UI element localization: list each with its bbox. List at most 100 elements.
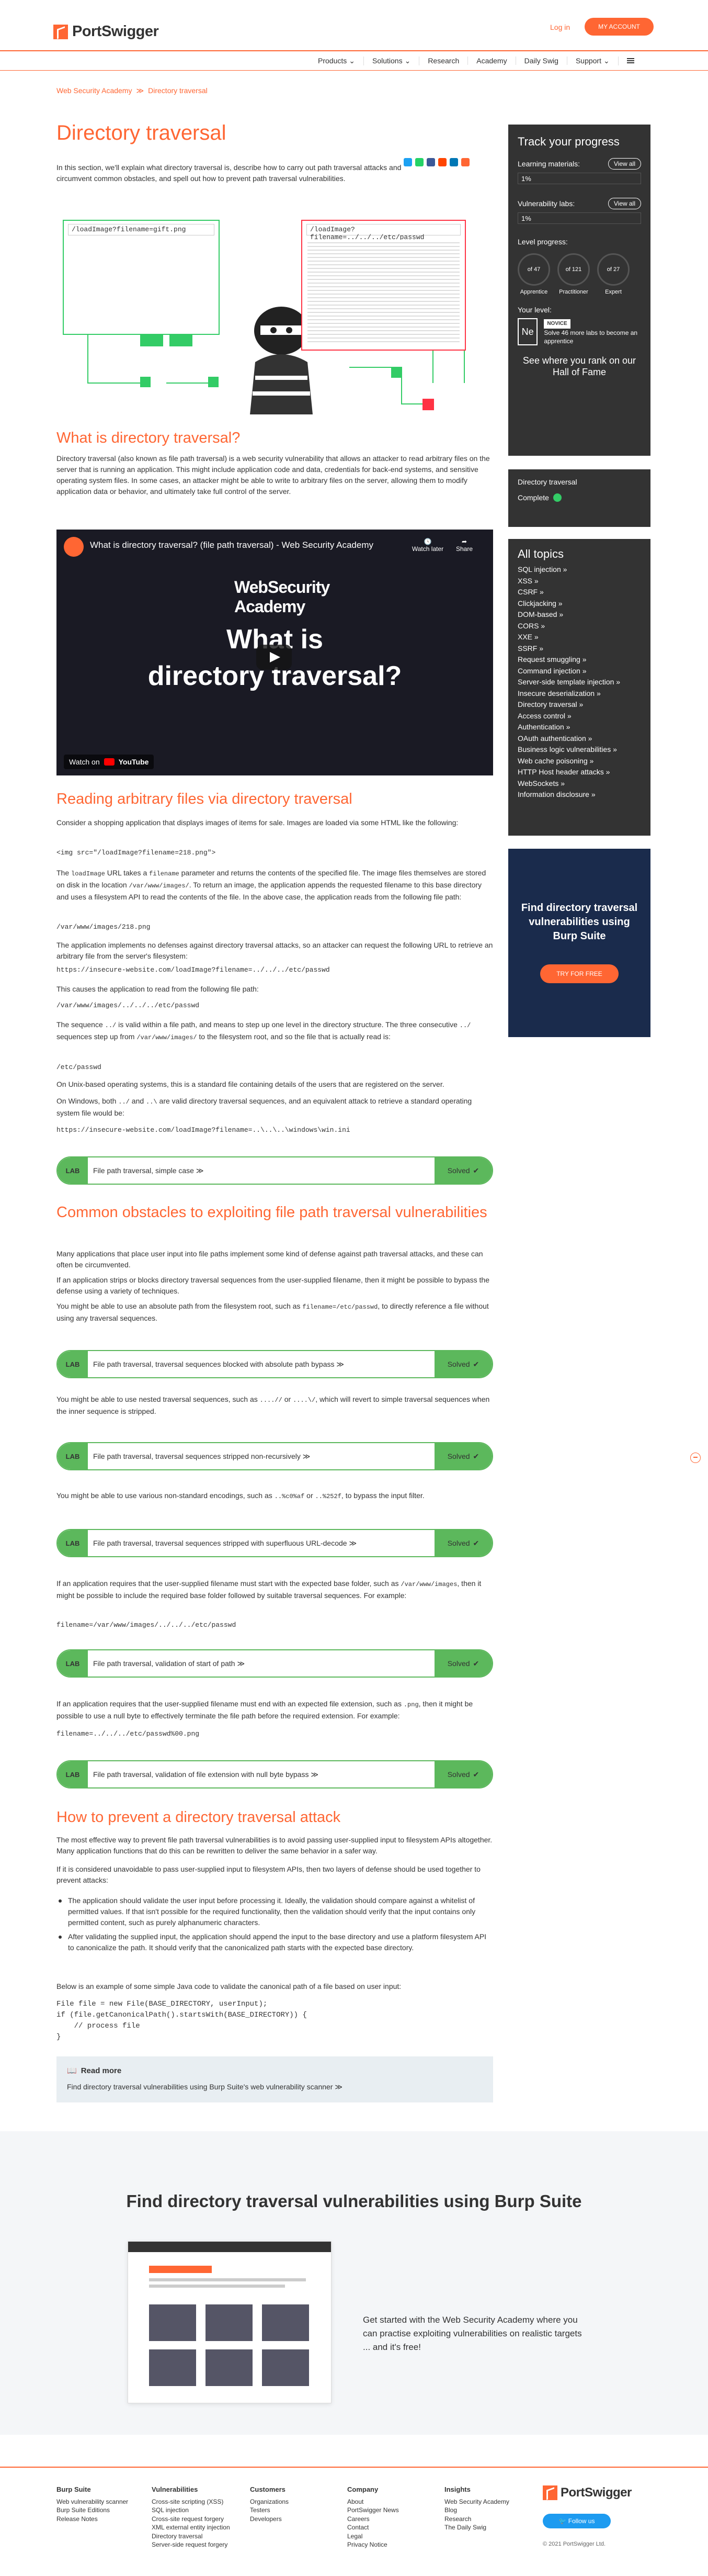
obstacles-p7: If an application requires that the user… xyxy=(56,1700,473,1720)
nav-solutions[interactable]: Solutions ⌄ xyxy=(364,56,420,65)
topic-link[interactable]: XXE » xyxy=(518,632,641,643)
hall-of-fame-link[interactable]: See where you rank on our Hall of Fame xyxy=(518,355,641,378)
topic-link[interactable]: Request smuggling » xyxy=(518,654,641,666)
reading-p4: This causes the application to read from… xyxy=(56,985,259,993)
topic-link[interactable]: Authentication » xyxy=(518,722,641,733)
rank-block: Ne NOVICE Solve 46 more labs to become an… xyxy=(518,318,641,345)
footer-link[interactable]: Careers xyxy=(347,2515,399,2524)
whatsapp-icon[interactable] xyxy=(415,158,424,166)
view-all-learning-button[interactable]: View all xyxy=(608,158,641,170)
code-traversal-path: /var/www/images/../../../etc/passwd xyxy=(56,1002,200,1009)
labs-row: Vulnerability labs: View all xyxy=(518,198,641,209)
learning-row: Learning materials: View all xyxy=(518,158,641,170)
topic-link[interactable]: DOM-based » xyxy=(518,609,641,621)
footer-link[interactable]: About xyxy=(347,2498,399,2506)
learning-progress-bar: 1% xyxy=(518,173,641,184)
read-more-link[interactable]: Find directory traversal vulnerabilities… xyxy=(67,2083,483,2091)
nav-support[interactable]: Support ⌄ xyxy=(567,56,619,65)
topic-link[interactable]: SSRF » xyxy=(518,643,641,655)
footer-link[interactable]: Cross-site scripting (XSS) xyxy=(152,2498,230,2506)
footer-link[interactable]: Release Notes xyxy=(56,2515,128,2524)
footer-link[interactable]: Server-side request forgery xyxy=(152,2540,230,2549)
nav-research[interactable]: Research xyxy=(419,57,469,65)
check-icon: ✔ xyxy=(473,1359,479,1368)
try-for-free-button[interactable]: TRY FOR FREE xyxy=(540,964,619,983)
facebook-icon[interactable] xyxy=(427,158,435,166)
portswigger-logo-icon xyxy=(543,2485,557,2500)
topic-link[interactable]: Clickjacking » xyxy=(518,598,641,610)
play-button[interactable] xyxy=(256,645,292,670)
follow-us-button[interactable]: 🐦 Follow us xyxy=(543,2514,611,2528)
breadcrumb-academy[interactable]: Web Security Academy xyxy=(56,86,132,95)
topic-link[interactable]: Command injection » xyxy=(518,666,641,677)
watch-later-button[interactable]: 🕓 Watch later xyxy=(407,538,449,553)
email-icon[interactable] xyxy=(461,158,470,166)
watch-on-youtube[interactable]: Watch on YouTube xyxy=(64,755,154,769)
footer-link[interactable]: Burp Suite Editions xyxy=(56,2506,128,2515)
video-title[interactable]: What is directory traversal? (file path … xyxy=(90,540,373,550)
footer-link[interactable]: Cross-site request forgery xyxy=(152,2515,230,2524)
topic-link[interactable]: XSS » xyxy=(518,576,641,587)
lab-row[interactable]: LAB File path traversal, traversal seque… xyxy=(56,1350,493,1378)
footer-link[interactable]: Directory traversal xyxy=(152,2532,230,2541)
nav-daily-swig[interactable]: Daily Swig xyxy=(516,57,567,65)
footer-link[interactable]: Research xyxy=(444,2515,509,2524)
alert-icon xyxy=(422,399,434,410)
topic-link[interactable]: WebSockets » xyxy=(518,778,641,790)
nav-academy[interactable]: Academy xyxy=(468,57,516,65)
topic-link[interactable]: SQL injection » xyxy=(518,564,641,576)
level-circles: of 47 Apprentice of 121 Practitioner of 27… xyxy=(518,253,641,295)
footer-link[interactable]: SQL injection xyxy=(152,2506,230,2515)
footer-link[interactable]: Web Security Academy xyxy=(444,2498,509,2506)
chevron-right-icon: ≫ xyxy=(311,1770,318,1779)
footer-link[interactable]: Privacy Notice xyxy=(347,2540,399,2549)
footer-link[interactable]: Organizations xyxy=(250,2498,289,2506)
check-icon: ✔ xyxy=(473,1659,479,1668)
breadcrumb-directory-traversal[interactable]: Directory traversal xyxy=(148,86,208,95)
lab-tag: LAB xyxy=(58,1761,88,1787)
view-all-labs-button[interactable]: View all xyxy=(608,198,641,209)
login-link[interactable]: Log in xyxy=(550,23,570,31)
topic-link[interactable]: Web cache poisoning » xyxy=(518,756,641,767)
menu-button[interactable] xyxy=(619,58,643,63)
footer-link[interactable]: Blog xyxy=(444,2506,509,2515)
topic-link[interactable]: Directory traversal » xyxy=(518,699,641,711)
topic-link[interactable]: OAuth authentication » xyxy=(518,733,641,745)
scroll-top-icon[interactable] xyxy=(690,1453,701,1463)
footer-link[interactable]: Web vulnerability scanner xyxy=(56,2498,128,2506)
footer-link[interactable]: Legal xyxy=(347,2532,399,2541)
video-player[interactable]: What is directory traversal? (file path … xyxy=(56,530,493,775)
footer-link[interactable]: Contact xyxy=(347,2523,399,2532)
topic-link[interactable]: Server-side template injection » xyxy=(518,677,641,688)
code-base-folder: filename=/var/www/images/../../../etc/pa… xyxy=(56,1621,236,1629)
my-account-button[interactable]: MY ACCOUNT xyxy=(585,18,654,36)
footer-link[interactable]: Testers xyxy=(250,2506,289,2515)
lab-row[interactable]: LAB File path traversal, validation of s… xyxy=(56,1649,493,1678)
share-button[interactable]: ➦ Share xyxy=(443,538,485,553)
lab-row[interactable]: LAB File path traversal, validation of f… xyxy=(56,1760,493,1788)
topic-link[interactable]: Insecure deserialization » xyxy=(518,688,641,700)
portswigger-logo[interactable]: PortSwigger xyxy=(53,23,159,40)
footer-link[interactable]: The Daily Swig xyxy=(444,2523,509,2532)
lab-row[interactable]: LAB File path traversal, traversal seque… xyxy=(56,1529,493,1557)
topic-link[interactable]: HTTP Host header attacks » xyxy=(518,767,641,778)
topic-link[interactable]: Access control » xyxy=(518,711,641,722)
portswigger-logo-icon xyxy=(53,24,68,39)
reddit-icon[interactable] xyxy=(438,158,447,166)
browser-address-safe: /loadImage?filename=gift.png xyxy=(68,224,214,235)
footer-link[interactable]: XML external entity injection xyxy=(152,2523,230,2532)
hamburger-icon xyxy=(626,58,634,63)
topic-link[interactable]: Information disclosure » xyxy=(518,789,641,801)
topic-link[interactable]: CSRF » xyxy=(518,587,641,598)
footer-logo[interactable]: PortSwigger xyxy=(543,2485,632,2500)
code-attack-url: https://insecure-website.com/loadImage?f… xyxy=(56,966,330,974)
linkedin-icon[interactable] xyxy=(450,158,458,166)
lab-row[interactable]: LAB File path traversal, traversal seque… xyxy=(56,1442,493,1470)
topic-link[interactable]: Business logic vulnerabilities » xyxy=(518,744,641,756)
lab-row[interactable]: LAB File path traversal, simple case ≫ S… xyxy=(56,1156,493,1185)
channel-avatar[interactable] xyxy=(64,537,84,557)
topic-link[interactable]: CORS » xyxy=(518,621,641,632)
footer-link[interactable]: Developers xyxy=(250,2515,289,2524)
footer-link[interactable]: PortSwigger News xyxy=(347,2506,399,2515)
nav-products[interactable]: Products ⌄ xyxy=(310,56,364,65)
